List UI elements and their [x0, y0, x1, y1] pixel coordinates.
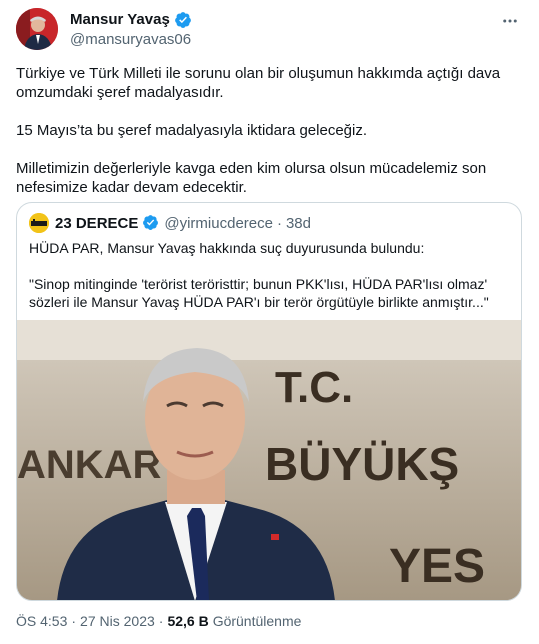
footer-separator: ·	[158, 613, 164, 629]
quoted-author-name: 23 DERECE	[55, 214, 139, 232]
quoted-tweet-header: 23 DERECE @yirmiucderece · 38d	[29, 213, 311, 233]
more-horizontal-icon[interactable]	[501, 12, 519, 35]
verified-badge-icon	[174, 11, 192, 29]
quoted-tweet[interactable]: 23 DERECE @yirmiucderece · 38d HÜDA PAR,…	[16, 202, 522, 601]
footer-separator: ·	[71, 613, 77, 629]
sign-line-3: YES	[389, 540, 485, 593]
tweet-footer: ÖS 4:53 · 27 Nis 2023 · 52,6 B Görüntüle…	[16, 613, 301, 629]
quoted-avatar	[29, 213, 49, 233]
quoted-age: 38d	[285, 214, 311, 232]
tweet-header: Mansur Yavaş @mansuryavas06	[16, 8, 523, 52]
avatar[interactable]	[16, 8, 58, 50]
tweet-date[interactable]: 27 Nis 2023	[80, 613, 155, 629]
quoted-author-handle: @yirmiucderece	[164, 214, 273, 232]
author-name[interactable]: Mansur Yavaş	[70, 11, 170, 28]
views-count: 52,6 B	[167, 613, 209, 629]
author-handle[interactable]: @mansuryavas06	[70, 31, 192, 48]
quoted-paragraph: "Sinop mitinginde 'terörist teröristtir;…	[29, 276, 489, 310]
tweet-paragraph: Türkiye ve Türk Milleti ile sorunu olan …	[16, 65, 501, 101]
views-label: Görüntülenme	[212, 613, 302, 629]
tweet: Mansur Yavaş @mansuryavas06 Türkiye ve T…	[0, 0, 539, 644]
avatar-photo	[16, 8, 58, 50]
verified-badge-icon	[142, 214, 160, 232]
tweet-text: Türkiye ve Türk Milleti ile sorunu olan …	[16, 64, 523, 197]
sign-line-2-right: BÜYÜKŞ	[265, 438, 459, 490]
sign-line-2-left: ANKAR	[17, 443, 162, 487]
sign-line-1: T.C.	[275, 363, 353, 412]
tweet-paragraph: Milletimizin değerleriyle kavga eden kim…	[16, 160, 487, 196]
tweet-time[interactable]: ÖS 4:53	[16, 613, 67, 629]
quoted-tweet-text: HÜDA PAR, Mansur Yavaş hakkında suç duyu…	[29, 239, 509, 311]
author-block: Mansur Yavaş @mansuryavas06	[70, 10, 192, 48]
tweet-paragraph: 15 Mayıs’ta bu şeref madalyasıyla iktida…	[16, 122, 368, 139]
quoted-separator: ·	[276, 214, 282, 232]
quoted-paragraph: HÜDA PAR, Mansur Yavaş hakkında suç duyu…	[29, 240, 425, 256]
quoted-media-photo[interactable]: T.C. ANKAR BÜYÜKŞ YES	[17, 320, 521, 600]
